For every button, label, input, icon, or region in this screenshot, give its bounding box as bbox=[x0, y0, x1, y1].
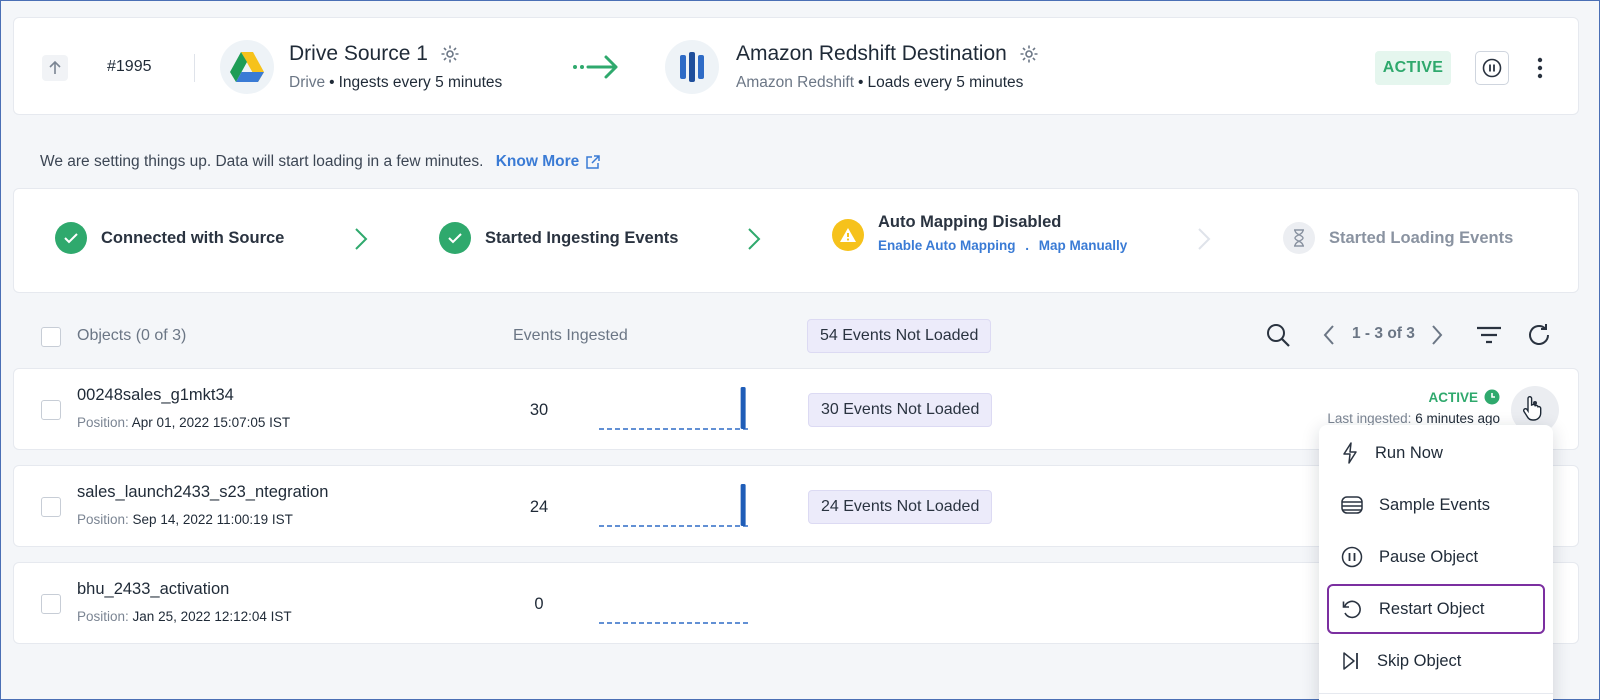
select-all-checkbox[interactable] bbox=[41, 327, 61, 347]
prev-page-button[interactable] bbox=[1321, 323, 1337, 347]
back-up-button[interactable] bbox=[42, 55, 68, 81]
warning-icon bbox=[832, 219, 864, 251]
menu-item-pause-object[interactable]: Pause Object bbox=[1327, 532, 1545, 582]
object-position: Position: Jan 25, 2022 12:12:04 IST bbox=[77, 609, 292, 624]
source-type: Drive bbox=[289, 74, 326, 91]
object-position: Position: Sep 14, 2022 11:00:19 IST bbox=[77, 512, 293, 527]
row-checkbox[interactable] bbox=[41, 594, 61, 614]
events-ingested-header: Events Ingested bbox=[513, 327, 628, 344]
row-not-loaded-badge: 24 Events Not Loaded bbox=[808, 490, 993, 524]
menu-divider bbox=[1319, 693, 1553, 694]
enable-auto-mapping-link[interactable]: Enable Auto Mapping bbox=[878, 238, 1016, 253]
kebab-menu-icon bbox=[1537, 57, 1543, 79]
menu-item-run-now[interactable]: Run Now bbox=[1327, 428, 1545, 478]
setup-info: We are setting things up. Data will star… bbox=[40, 153, 601, 171]
pagination-label: 1 - 3 of 3 bbox=[1352, 325, 1415, 342]
chevron-right-icon bbox=[355, 228, 368, 250]
divider bbox=[194, 54, 195, 82]
search-icon bbox=[1267, 324, 1290, 347]
know-more-link[interactable]: Know More bbox=[496, 153, 602, 171]
events-ingested-count: 0 bbox=[534, 595, 544, 613]
filter-button[interactable] bbox=[1476, 325, 1502, 345]
pause-circle-icon bbox=[1341, 546, 1363, 568]
last-ingested: Last ingested: 6 minutes ago bbox=[1327, 411, 1500, 426]
events-sparkline bbox=[599, 387, 749, 430]
restart-icon bbox=[1342, 600, 1361, 619]
redshift-logo bbox=[665, 40, 719, 94]
row-not-loaded-badge: 30 Events Not Loaded bbox=[808, 393, 993, 427]
flow-arrow bbox=[572, 54, 622, 85]
events-ingested-count: 30 bbox=[529, 401, 549, 419]
chevron-right-icon bbox=[1198, 228, 1211, 250]
arrow-up-icon bbox=[49, 60, 61, 74]
source-name: Drive Source 1 bbox=[289, 42, 428, 65]
sparkline-bar bbox=[740, 484, 746, 526]
step-loading: Started Loading Events bbox=[1283, 222, 1513, 254]
sparkline-bar bbox=[740, 387, 746, 429]
chevron-right-icon bbox=[1432, 325, 1443, 345]
source-schedule: Ingests every 5 minutes bbox=[338, 74, 503, 91]
step-ingesting: Started Ingesting Events bbox=[439, 222, 678, 254]
chevron-left-icon bbox=[1323, 325, 1334, 345]
stack-icon bbox=[1341, 496, 1363, 514]
row-checkbox[interactable] bbox=[41, 400, 61, 420]
map-manually-link[interactable]: Map Manually bbox=[1039, 238, 1128, 253]
row-checkbox[interactable] bbox=[41, 497, 61, 517]
object-position: Position: Apr 01, 2022 15:07:05 IST bbox=[77, 415, 291, 430]
pause-circle-icon bbox=[1482, 58, 1502, 78]
events-ingested-count: 24 bbox=[529, 498, 549, 516]
hourglass-icon bbox=[1283, 222, 1315, 254]
destination-type: Amazon Redshift bbox=[736, 74, 855, 91]
objects-header: Objects (0 of 3) bbox=[77, 327, 187, 344]
hand-cursor-icon bbox=[1523, 396, 1542, 421]
lightning-icon bbox=[1343, 442, 1357, 464]
arrow-right-icon bbox=[573, 55, 618, 79]
object-name[interactable]: sales_launch2433_s23_ntegration bbox=[77, 483, 328, 502]
menu-item-skip-object[interactable]: Skip Object bbox=[1327, 636, 1545, 686]
skip-icon bbox=[1343, 652, 1358, 670]
next-page-button[interactable] bbox=[1429, 323, 1445, 347]
menu-item-sample-events[interactable]: Sample Events bbox=[1327, 480, 1545, 530]
destination-schedule: Loads every 5 minutes bbox=[867, 74, 1024, 91]
object-context-menu: Run Now Sample Events Pause Object Resta… bbox=[1319, 425, 1553, 700]
clock-icon bbox=[1484, 389, 1500, 405]
pipeline-header: #1995 Drive Source 1 Drive • Ingests every… bbox=[13, 17, 1579, 115]
object-name[interactable]: bhu_2433_activation bbox=[77, 580, 229, 599]
source-settings-gear-icon[interactable] bbox=[440, 44, 460, 64]
refresh-icon bbox=[1529, 324, 1549, 345]
check-circle-icon bbox=[55, 222, 87, 254]
search-button[interactable] bbox=[1264, 321, 1292, 349]
refresh-button[interactable] bbox=[1525, 321, 1553, 349]
total-not-loaded-badge: 54 Events Not Loaded bbox=[807, 319, 992, 353]
setup-steps: Connected with Source Started Ingesting … bbox=[13, 188, 1579, 293]
chevron-right-icon bbox=[748, 228, 761, 250]
row-status: ACTIVE bbox=[1428, 389, 1500, 405]
external-link-icon bbox=[586, 155, 601, 169]
amazon-redshift-icon bbox=[680, 52, 704, 82]
destination-name: Amazon Redshift Destination bbox=[736, 42, 1007, 65]
filter-icon bbox=[1477, 326, 1501, 344]
google-drive-icon bbox=[230, 52, 264, 82]
drive-logo bbox=[220, 40, 274, 94]
step-connected: Connected with Source bbox=[55, 222, 284, 254]
pipeline-more-menu[interactable] bbox=[1532, 54, 1548, 82]
step-auto-mapping: Auto Mapping Disabled Enable Auto Mappin… bbox=[832, 213, 1127, 253]
events-sparkline bbox=[599, 484, 749, 527]
check-circle-icon bbox=[439, 222, 471, 254]
menu-item-restart-object[interactable]: Restart Object bbox=[1327, 584, 1545, 634]
object-name[interactable]: 00248sales_g1mkt34 bbox=[77, 386, 234, 405]
destination-settings-gear-icon[interactable] bbox=[1019, 44, 1039, 64]
setup-message: We are setting things up. Data will star… bbox=[40, 153, 484, 170]
pause-pipeline-button[interactable] bbox=[1475, 51, 1509, 85]
pipeline-id: #1995 bbox=[107, 58, 152, 75]
events-sparkline bbox=[599, 622, 749, 624]
pipeline-status-badge: ACTIVE bbox=[1375, 51, 1451, 85]
